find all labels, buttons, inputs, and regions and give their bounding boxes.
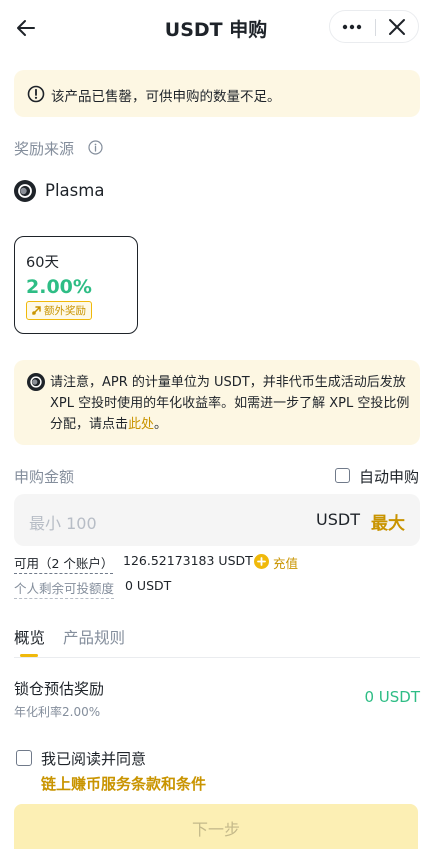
agree-text: 我已阅读并同意 xyxy=(41,750,147,768)
mini-app-capsule xyxy=(329,10,419,43)
estimated-reward-row: 锁仓预估奖励 年化利率2.00% 0 USDT xyxy=(14,676,420,720)
tab-bar: 概览 产品规则 xyxy=(14,624,420,658)
auto-subscribe-label: 自动申购 xyxy=(359,468,420,486)
plasma-logo-icon xyxy=(14,180,36,202)
amount-placeholder[interactable]: 最小 100 xyxy=(29,510,97,534)
available-label[interactable]: 可用（2 个账户） xyxy=(14,553,114,574)
bonus-label: 额外奖励 xyxy=(44,305,86,317)
sold-out-alert: 该产品已售罄，可供申购的数量不足。 xyxy=(14,70,420,117)
gift-icon xyxy=(32,306,41,315)
close-icon[interactable] xyxy=(383,15,411,39)
term-days: 60天 xyxy=(26,255,59,271)
remaining-label[interactable]: 个人剩余可投额度 xyxy=(14,578,115,599)
estimated-reward-value: 0 USDT xyxy=(364,688,420,706)
provider-name: Plasma xyxy=(45,181,105,200)
terms-link[interactable]: 链上赚币服务条款和条件 xyxy=(41,773,206,794)
plus-circle-icon[interactable] xyxy=(254,554,269,569)
next-button[interactable]: 下一步 xyxy=(14,804,418,849)
reward-source-label: 奖励来源 xyxy=(14,140,75,158)
term-apr: 2.00% xyxy=(26,276,92,298)
alert-circle-icon xyxy=(27,85,45,103)
max-button[interactable]: 最大 xyxy=(371,509,405,534)
tab-overview[interactable]: 概览 xyxy=(14,626,45,648)
notice-link[interactable]: 此处 xyxy=(128,417,154,432)
alert-text: 该产品已售罄，可供申购的数量不足。 xyxy=(51,89,281,105)
remaining-value: 0 USDT xyxy=(125,578,172,593)
subscribe-amount-label: 申购金额 xyxy=(14,468,75,486)
reward-provider: Plasma xyxy=(14,180,214,204)
amount-unit: USDT xyxy=(316,510,360,529)
agree-checkbox[interactable] xyxy=(16,750,32,766)
available-value: 126.52173183 USDT xyxy=(123,553,253,568)
plasma-logo-icon xyxy=(27,373,45,391)
notice-body: 请注意，APR 的计量单位为 USDT，并非代币生成活动后发放 XPL 空投时使… xyxy=(50,375,410,432)
header: USDT 申购 xyxy=(0,0,432,56)
next-button-label: 下一步 xyxy=(191,820,240,839)
annual-rate-text: 年化利率2.00% xyxy=(14,705,101,719)
estimated-reward-label: 锁仓预估奖励 xyxy=(14,680,105,698)
notice-text: 请注意，APR 的计量单位为 USDT，并非代币生成活动后发放 XPL 空投时使… xyxy=(50,372,410,435)
more-dots-icon[interactable] xyxy=(338,15,366,39)
tab-product-rules[interactable]: 产品规则 xyxy=(63,626,125,648)
notice-suffix: 。 xyxy=(154,417,168,432)
auto-subscribe-toggle[interactable]: 自动申购 xyxy=(335,465,425,486)
apr-notice: 请注意，APR 的计量单位为 USDT，并非代币生成活动后发放 XPL 空投时使… xyxy=(14,360,420,445)
active-tab-indicator xyxy=(20,654,38,657)
auto-subscribe-checkbox[interactable] xyxy=(335,468,350,483)
available-balance-row: 可用（2 个账户） 126.52173183 USDT 充值 xyxy=(14,553,424,574)
remaining-quota-row: 个人剩余可投额度 0 USDT xyxy=(14,578,424,599)
term-option-card[interactable]: 60天 2.00% 额外奖励 xyxy=(14,236,138,334)
amount-input[interactable]: 最小 100 USDT 最大 xyxy=(14,494,420,546)
topup-link[interactable]: 充值 xyxy=(273,553,298,572)
terms-agreement: 我已阅读并同意 链上赚币服务条款和条件 xyxy=(16,746,416,794)
bonus-badge: 额外奖励 xyxy=(26,301,92,320)
capsule-divider xyxy=(375,19,376,36)
info-circle-icon[interactable] xyxy=(88,140,103,155)
